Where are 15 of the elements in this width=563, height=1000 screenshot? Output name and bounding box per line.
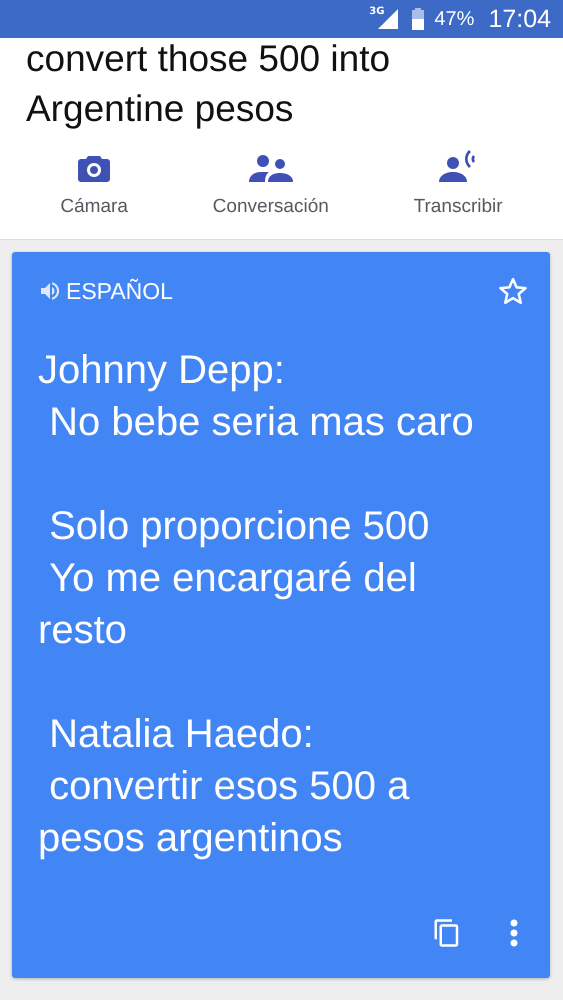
source-text: convert those 500 into Argentine pesos [25,37,392,131]
battery-icon [412,8,424,30]
speak-language-button[interactable]: ESPAÑOL [38,278,173,304]
camera-icon [78,154,110,182]
network-type: 3G [369,6,384,17]
clock: 17:04 [488,4,551,34]
translated-text: Johnny Depp: No bebe seria mas caro Solo proporcione 500 Yo me encargaré del resto Natalia Haedo: convertir esos 500 a pesos argentinos [38,347,475,862]
battery-percent: 47% [434,8,474,30]
star-icon[interactable] [498,276,528,306]
mode-button[interactable]: Cámara [60,144,128,231]
mode-button[interactable]: Conversación [212,144,329,231]
person-speaking-icon [439,150,478,182]
people-icon [248,154,293,182]
mode-button[interactable]: Transcribir [414,144,503,231]
more-options-icon[interactable] [510,919,518,947]
